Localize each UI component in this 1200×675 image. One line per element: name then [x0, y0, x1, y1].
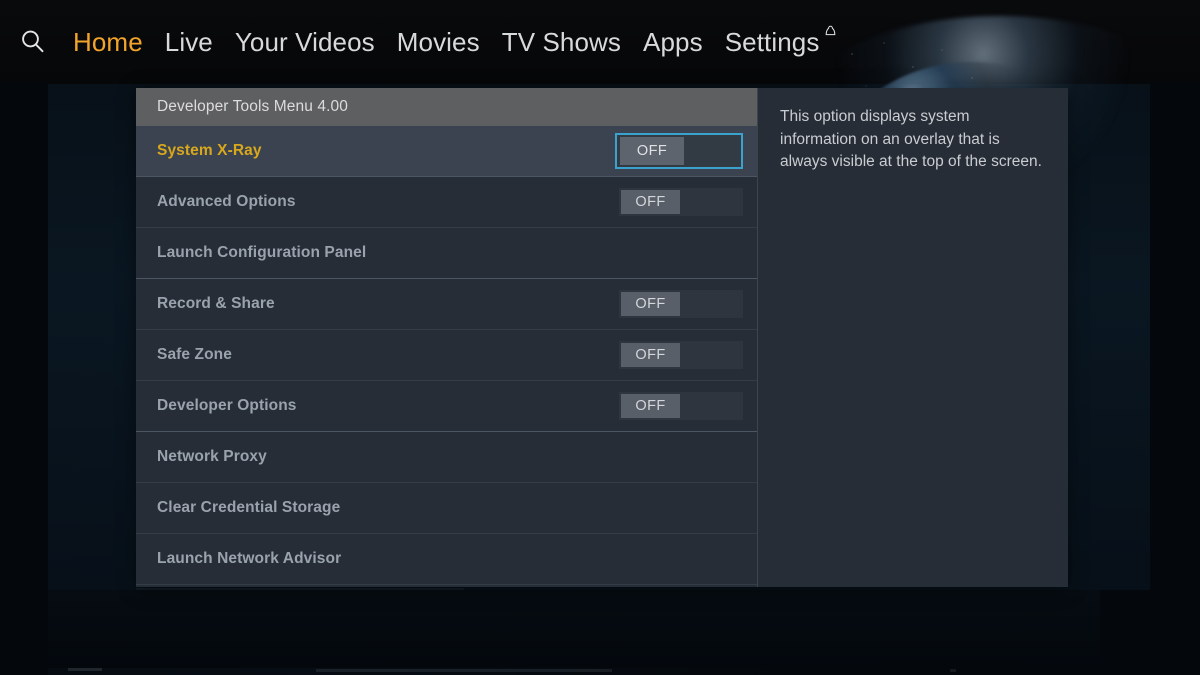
menu-row-label: Clear Credential Storage	[157, 499, 341, 516]
menu-row-label: Launch Network Advisor	[157, 550, 342, 567]
toggle-system-x-ray[interactable]: OFF	[615, 133, 743, 169]
background-left-edge	[0, 82, 48, 675]
bell-icon	[824, 14, 837, 36]
toggle-advanced-options[interactable]: OFF	[619, 188, 743, 216]
menu-row-advanced-options[interactable]: Advanced Options OFF	[136, 177, 757, 228]
menu-row-developer-options[interactable]: Developer Options OFF	[136, 381, 757, 432]
menu-row-clear-credential-storage[interactable]: Clear Credential Storage	[136, 483, 757, 534]
nav-item-home[interactable]: Home	[62, 27, 154, 57]
menu-row-launch-network-advisor[interactable]: Launch Network Advisor	[136, 534, 757, 585]
background-lower-panel	[48, 590, 1100, 668]
decorative-bar-left	[68, 668, 102, 671]
toggle-state-label: OFF	[621, 343, 680, 367]
menu-title: Developer Tools Menu 4.00	[157, 98, 348, 115]
nav-item-movies[interactable]: Movies	[386, 27, 491, 57]
nav-item-label: Apps	[643, 27, 703, 57]
menu-row-label: Advanced Options	[157, 193, 296, 210]
description-text: This option displays system information …	[780, 108, 1042, 170]
menu-row-safe-zone[interactable]: Safe Zone OFF	[136, 330, 757, 381]
menu-row-label: Record & Share	[157, 295, 275, 312]
developer-tools-menu-header: Developer Tools Menu 4.00	[136, 88, 757, 126]
decorative-bar-center	[316, 669, 612, 672]
background-right-edge	[1150, 82, 1200, 675]
nav-item-label: Your Videos	[234, 27, 375, 57]
nav-item-settings[interactable]: Settings	[714, 25, 836, 57]
search-icon[interactable]	[16, 25, 50, 59]
nav-item-live[interactable]: Live	[154, 27, 224, 57]
developer-tools-menu: Developer Tools Menu 4.00 System X-Ray O…	[136, 88, 1068, 587]
menu-row-launch-configuration-panel[interactable]: Launch Configuration Panel	[136, 228, 757, 279]
menu-row-label: Network Proxy	[157, 448, 267, 465]
toggle-safe-zone[interactable]: OFF	[619, 341, 743, 369]
nav-item-label: Movies	[396, 27, 480, 57]
toggle-state-label: OFF	[620, 137, 684, 165]
menu-row-record-and-share[interactable]: Record & Share OFF	[136, 279, 757, 330]
nav-item-your-videos[interactable]: Your Videos	[224, 27, 386, 57]
toggle-state-label: OFF	[621, 394, 680, 418]
fire-tv-screen: Home Live Your Videos Movies TV Shows Ap…	[0, 0, 1200, 675]
menu-row-system-x-ray[interactable]: System X-Ray OFF	[136, 126, 757, 177]
decorative-bar-right	[950, 669, 956, 672]
toggle-state-label: OFF	[621, 190, 680, 214]
menu-row-label: Developer Options	[157, 397, 297, 414]
nav-item-label: TV Shows	[501, 27, 622, 57]
nav-item-label: Settings	[724, 27, 820, 57]
top-navigation-bar: Home Live Your Videos Movies TV Shows Ap…	[0, 0, 1200, 84]
toggle-record-and-share[interactable]: OFF	[619, 290, 743, 318]
developer-tools-list: Developer Tools Menu 4.00 System X-Ray O…	[136, 88, 758, 587]
nav-item-tv-shows[interactable]: TV Shows	[491, 27, 632, 57]
nav-item-label: Home	[73, 27, 143, 57]
menu-row-network-proxy[interactable]: Network Proxy	[136, 432, 757, 483]
toggle-developer-options[interactable]: OFF	[619, 392, 743, 420]
menu-row-label: System X-Ray	[157, 142, 262, 159]
menu-row-label: Safe Zone	[157, 346, 232, 363]
menu-row-label: Launch Configuration Panel	[157, 244, 367, 261]
toggle-state-label: OFF	[621, 292, 680, 316]
nav-item-label: Live	[164, 27, 213, 57]
description-panel: This option displays system information …	[758, 88, 1068, 587]
decorative-bar-top	[136, 588, 464, 590]
nav-item-apps[interactable]: Apps	[632, 27, 714, 57]
